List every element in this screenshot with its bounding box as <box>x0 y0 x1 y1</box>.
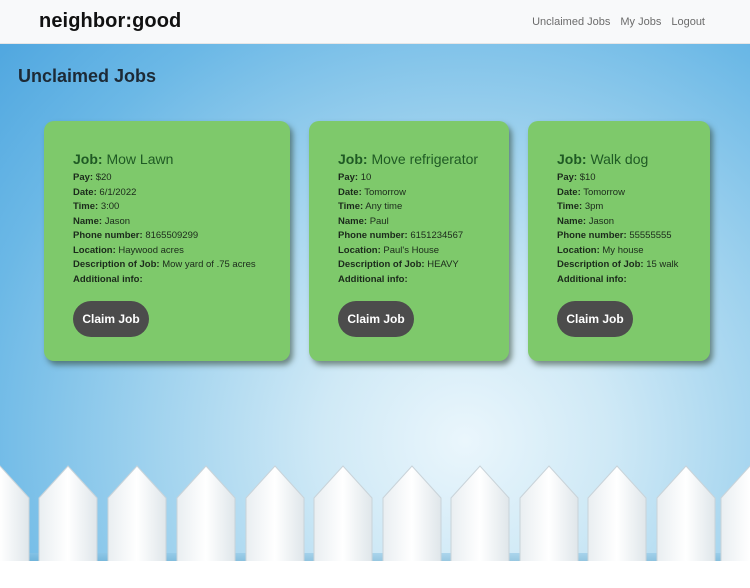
job-title-value: Mow Lawn <box>106 151 174 167</box>
job-description: Description of Job: Mow yard of .75 acre… <box>73 258 290 273</box>
job-title-label: Job: <box>557 151 587 167</box>
date-label: Date: <box>338 186 362 198</box>
name-value: Paul <box>369 215 389 227</box>
time-value: 3pm <box>584 201 604 212</box>
name-value: Jason <box>104 215 131 227</box>
pay-label: Pay: <box>338 172 359 183</box>
location-value: Haywood acres <box>118 244 184 256</box>
time-label: Time: <box>338 201 364 212</box>
nav-links: Unclaimed Jobs My Jobs Logout <box>532 16 705 28</box>
job-date: Date: Tomorrow <box>557 186 710 201</box>
job-title: Job: Mow Lawn <box>73 151 290 167</box>
job-title-label: Job: <box>73 151 103 167</box>
time-value: Any time <box>365 201 403 212</box>
brand-logo[interactable]: neighbor:good <box>39 10 181 33</box>
job-date: Date: 6/1/2022 <box>73 186 290 201</box>
job-title-value: Move refrigerator <box>371 151 479 167</box>
phone-value: 6151234567 <box>410 230 464 241</box>
job-card: Job: Move refrigerator Pay: 10 Date: Tom… <box>309 121 509 361</box>
job-time: Time: Any time <box>338 200 509 215</box>
pay-label: Pay: <box>73 172 94 183</box>
description-label: Description of Job: <box>73 259 160 270</box>
picket-fence-background <box>0 465 750 588</box>
name-value: Jason <box>588 215 615 227</box>
description-value: HEAVY <box>427 259 459 270</box>
job-phone: Phone number: 8165509299 <box>73 229 290 244</box>
description-label: Description of Job: <box>338 259 425 270</box>
name-label: Name: <box>338 215 368 227</box>
job-description: Description of Job: 15 walk <box>557 258 710 273</box>
location-label: Location: <box>73 244 116 256</box>
job-pay: Pay: 10 <box>338 171 509 186</box>
job-location: Location: My house <box>557 244 710 259</box>
location-value: My house <box>602 244 644 256</box>
job-card-list: Job: Mow Lawn Pay: $20 Date: 6/1/2022 Ti… <box>44 121 710 361</box>
page-title: Unclaimed Jobs <box>18 66 157 86</box>
job-additional-info: Additional info: <box>73 273 290 288</box>
location-label: Location: <box>338 244 381 256</box>
additional-label: Additional info: <box>73 273 143 285</box>
phone-value: 55555555 <box>629 230 672 241</box>
job-card: Job: Walk dog Pay: $10 Date: Tomorrow Ti… <box>528 121 710 361</box>
phone-value: 8165509299 <box>145 230 199 241</box>
job-card: Job: Mow Lawn Pay: $20 Date: 6/1/2022 Ti… <box>44 121 290 361</box>
job-name: Name: Jason <box>73 215 290 230</box>
job-time: Time: 3:00 <box>73 200 290 215</box>
nav-link-unclaimed-jobs[interactable]: Unclaimed Jobs <box>532 16 610 28</box>
job-pay: Pay: $20 <box>73 171 290 186</box>
date-label: Date: <box>73 186 97 198</box>
job-time: Time: 3pm <box>557 200 710 215</box>
navbar: neighbor:good Unclaimed Jobs My Jobs Log… <box>0 0 750 44</box>
pay-value: $20 <box>95 172 112 183</box>
job-additional-info: Additional info: <box>338 273 509 288</box>
job-title-value: Walk dog <box>590 151 649 167</box>
name-label: Name: <box>557 215 587 227</box>
fence-bottom <box>0 561 750 588</box>
date-value: Tomorrow <box>583 186 625 198</box>
claim-job-button[interactable]: Claim Job <box>338 301 414 337</box>
phone-label: Phone number: <box>557 230 627 241</box>
date-value: Tomorrow <box>364 186 406 198</box>
description-value: Mow yard of .75 acres <box>162 259 256 270</box>
job-pay: Pay: $10 <box>557 171 710 186</box>
job-name: Name: Jason <box>557 215 710 230</box>
job-title: Job: Walk dog <box>557 151 710 167</box>
name-label: Name: <box>73 215 103 227</box>
date-label: Date: <box>557 186 581 198</box>
time-value: 3:00 <box>100 201 120 212</box>
claim-job-button[interactable]: Claim Job <box>557 301 633 337</box>
time-label: Time: <box>73 201 99 212</box>
phone-label: Phone number: <box>338 230 408 241</box>
location-value: Paul's House <box>383 244 440 256</box>
job-phone: Phone number: 6151234567 <box>338 229 509 244</box>
job-phone: Phone number: 55555555 <box>557 229 710 244</box>
nav-link-my-jobs[interactable]: My Jobs <box>620 16 661 28</box>
job-date: Date: Tomorrow <box>338 186 509 201</box>
job-location: Location: Haywood acres <box>73 244 290 259</box>
additional-label: Additional info: <box>557 273 627 285</box>
pay-label: Pay: <box>557 172 578 183</box>
job-name: Name: Paul <box>338 215 509 230</box>
claim-job-button[interactable]: Claim Job <box>73 301 149 337</box>
nav-link-logout[interactable]: Logout <box>671 16 705 28</box>
pay-value: 10 <box>360 172 372 183</box>
job-additional-info: Additional info: <box>557 273 710 288</box>
date-value: 6/1/2022 <box>99 186 137 198</box>
description-label: Description of Job: <box>557 259 644 270</box>
location-label: Location: <box>557 244 600 256</box>
time-label: Time: <box>557 201 583 212</box>
pay-value: $10 <box>579 172 596 183</box>
job-title-label: Job: <box>338 151 368 167</box>
job-description: Description of Job: HEAVY <box>338 258 509 273</box>
job-title: Job: Move refrigerator <box>338 151 509 167</box>
phone-label: Phone number: <box>73 230 143 241</box>
description-value: 15 walk <box>646 259 679 270</box>
job-location: Location: Paul's House <box>338 244 509 259</box>
additional-label: Additional info: <box>338 273 408 285</box>
